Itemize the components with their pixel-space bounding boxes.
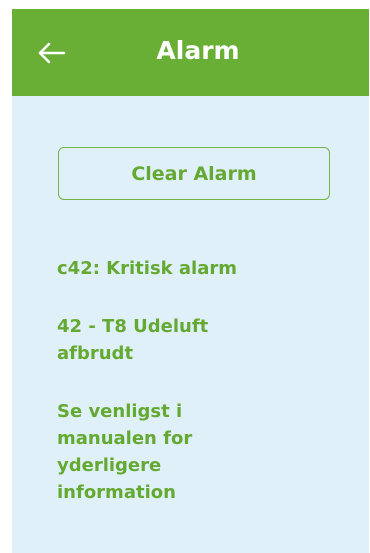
alarm-code-text: c42: Kritisk alarm — [57, 258, 237, 279]
alarm-description-text: 42 - T8 Udeluft afbrudt — [57, 316, 209, 364]
app-header: Alarm — [12, 9, 369, 96]
page-title: Alarm — [156, 36, 240, 65]
alarm-screen: Alarm Clear Alarm c42: Kritisk alarm 42 … — [12, 9, 369, 553]
alarm-help-text: Se venligst i manualen for yderligere in… — [57, 401, 193, 503]
clear-alarm-button[interactable]: Clear Alarm — [58, 147, 330, 200]
